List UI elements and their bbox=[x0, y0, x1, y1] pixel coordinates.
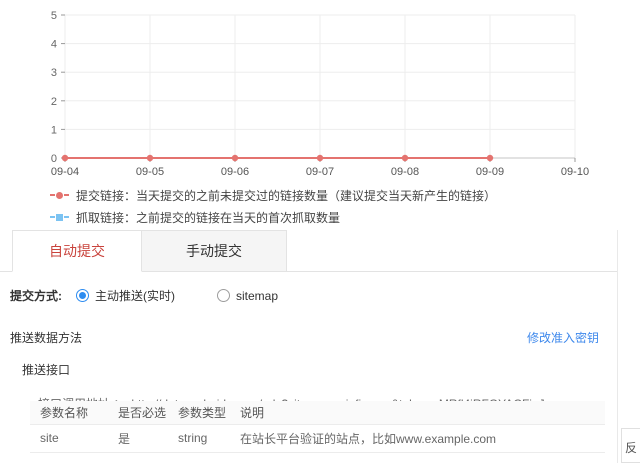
radio-label: 主动推送(实时) bbox=[95, 287, 175, 304]
chart-legend: 提交链接：当天提交的之前未提交过的链接数量（建议提交当天新产生的链接） 抓取链接… bbox=[50, 184, 496, 228]
svg-text:1: 1 bbox=[51, 124, 57, 136]
svg-text:0: 0 bbox=[51, 153, 57, 165]
red-line-dot-icon bbox=[50, 192, 69, 199]
page: 0 1 2 3 4 5 09-04 09-05 09-06 09-07 09-08 09-09 09-1… bbox=[0, 0, 640, 463]
col-param-name: 参数名称 bbox=[30, 401, 108, 424]
modify-access-key-link[interactable]: 修改准入密钥 bbox=[527, 329, 599, 346]
feedback-button[interactable]: 反 bbox=[621, 428, 640, 463]
col-param-type: 参数类型 bbox=[168, 401, 230, 424]
svg-text:4: 4 bbox=[51, 39, 57, 51]
legend-label: 抓取链接：之前提交的链接在当天的首次抓取数量 bbox=[76, 209, 340, 226]
push-data-title-row: 推送数据方法 修改准入密钥 bbox=[0, 329, 617, 346]
tab-auto-submit[interactable]: 自动提交 bbox=[12, 230, 142, 272]
push-interface-label: 推送接口 bbox=[22, 361, 617, 378]
legend-item-submit-links: 提交链接：当天提交的之前未提交过的链接数量（建议提交当天新产生的链接） bbox=[50, 184, 496, 206]
svg-text:09-07: 09-07 bbox=[306, 166, 334, 178]
cell-description: 在站长平台验证的站点，比如www.example.com bbox=[230, 424, 605, 452]
svg-text:09-09: 09-09 bbox=[476, 166, 504, 178]
svg-text:3: 3 bbox=[51, 67, 57, 79]
blue-line-square-icon bbox=[50, 214, 69, 221]
link-submission-chart: 0 1 2 3 4 5 09-04 09-05 09-06 09-07 09-08 09-09 09-1… bbox=[0, 0, 640, 228]
submit-method-label: 提交方式: bbox=[10, 287, 62, 304]
svg-text:5: 5 bbox=[51, 10, 57, 22]
col-description: 说明 bbox=[230, 401, 605, 424]
svg-text:09-05: 09-05 bbox=[136, 166, 164, 178]
radio-option-active-push[interactable]: 主动推送(实时) bbox=[76, 287, 175, 304]
cell-required: 是 bbox=[108, 424, 168, 452]
cell-param-name: site bbox=[30, 424, 108, 452]
radio-option-sitemap[interactable]: sitemap bbox=[217, 289, 278, 303]
cell-param-type: string bbox=[168, 424, 230, 452]
svg-text:2: 2 bbox=[51, 96, 57, 108]
radio-icon[interactable] bbox=[217, 289, 230, 302]
table-row: site 是 string 在站长平台验证的站点，比如www.example.c… bbox=[30, 424, 605, 452]
table-header-row: 参数名称 是否必选 参数类型 说明 bbox=[30, 401, 605, 424]
radio-label: sitemap bbox=[236, 289, 278, 303]
params-table: 参数名称 是否必选 参数类型 说明 site 是 string 在站长平台验证的… bbox=[30, 401, 605, 453]
svg-text:09-06: 09-06 bbox=[221, 166, 249, 178]
radio-icon[interactable] bbox=[76, 289, 89, 302]
submit-method-row: 提交方式: 主动推送(实时) sitemap bbox=[10, 287, 617, 304]
legend-item-crawled-links: 抓取链接：之前提交的链接在当天的首次抓取数量 bbox=[50, 206, 496, 228]
submission-panel: 自动提交 手动提交 提交方式: 主动推送(实时) sitemap 推送数据方法 … bbox=[0, 230, 618, 463]
legend-label: 提交链接：当天提交的之前未提交过的链接数量（建议提交当天新产生的链接） bbox=[76, 187, 496, 204]
svg-text:09-10: 09-10 bbox=[561, 166, 589, 178]
tab-manual-submit[interactable]: 手动提交 bbox=[142, 230, 287, 271]
push-data-method-title: 推送数据方法 bbox=[10, 329, 82, 346]
chart-canvas: 0 1 2 3 4 5 09-04 09-05 09-06 09-07 09-08 09-09 09-1… bbox=[0, 0, 640, 182]
svg-text:09-04: 09-04 bbox=[51, 166, 79, 178]
tab-bar: 自动提交 手动提交 bbox=[0, 230, 617, 272]
col-required: 是否必选 bbox=[108, 401, 168, 424]
svg-text:09-08: 09-08 bbox=[391, 166, 419, 178]
